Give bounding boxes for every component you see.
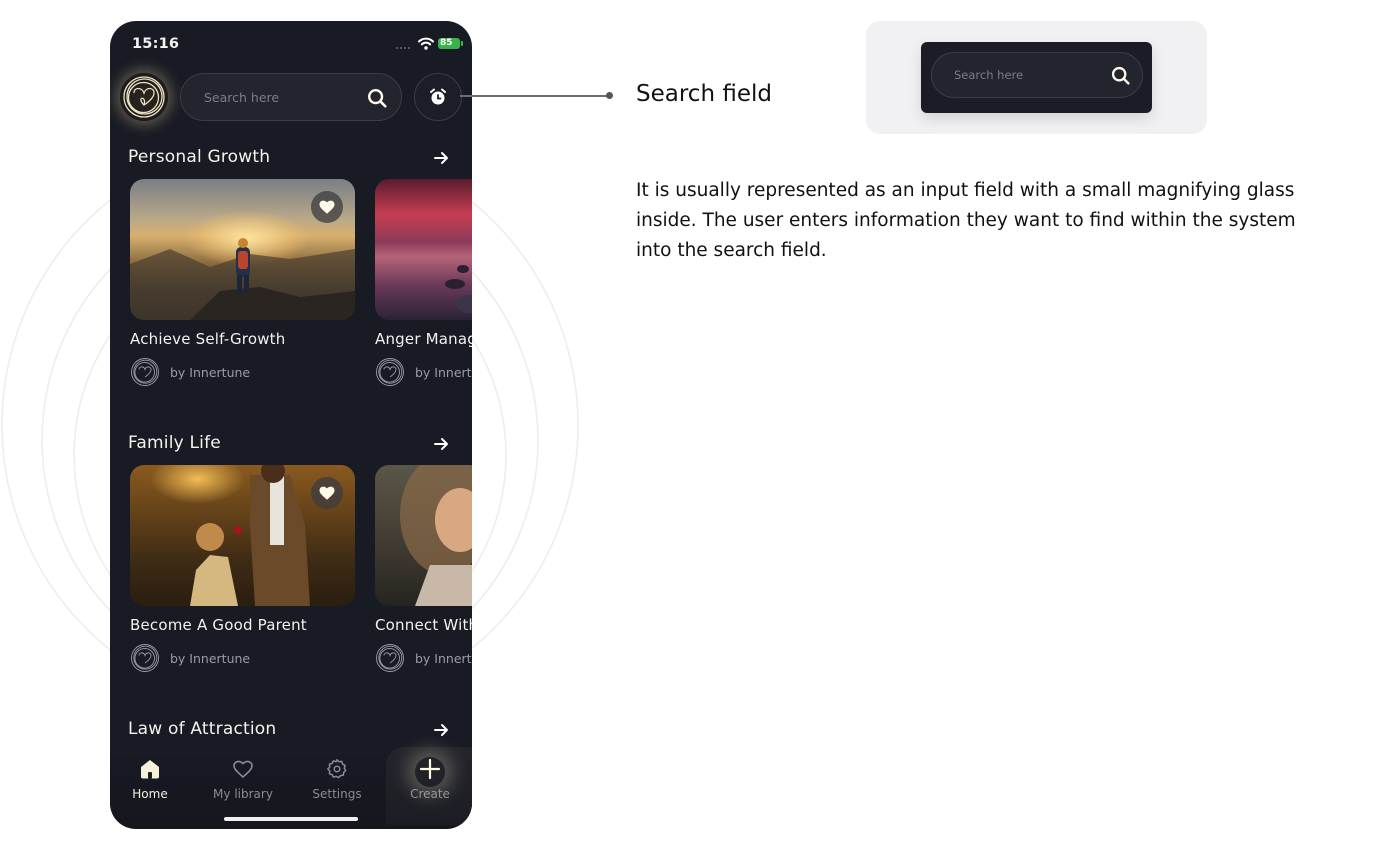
search-field[interactable] — [180, 73, 402, 121]
nav-create[interactable]: Create — [390, 757, 470, 801]
card-image — [375, 465, 472, 606]
content-card[interactable]: Achieve Self-Growth by Innertune — [130, 179, 355, 386]
nav-my-library[interactable]: My library — [203, 757, 283, 801]
heart-icon — [233, 760, 253, 779]
author-name: by Innertune — [170, 650, 251, 666]
author-name: by Innertune — [415, 364, 472, 380]
gear-icon — [327, 759, 347, 779]
arrow-right-icon[interactable] — [432, 435, 450, 453]
card-title: Become A Good Parent — [130, 616, 307, 634]
plus-icon — [419, 758, 441, 780]
annotation-connector-dot — [606, 92, 613, 99]
favorite-button[interactable] — [311, 191, 343, 223]
content-card[interactable]: Become A Good Parent by Innertune — [130, 465, 355, 672]
section-title: Law of Attraction — [128, 719, 277, 739]
alarm-button[interactable] — [414, 73, 462, 121]
battery-level: 85 — [440, 38, 453, 48]
annotation-connector-line — [460, 95, 610, 97]
preview-search-placeholder: Search here — [954, 68, 1024, 82]
nav-label: My library — [213, 787, 273, 801]
content-card[interactable]: Connect With by Innertune — [375, 465, 472, 672]
card-author: by Innertune — [130, 357, 250, 387]
sea-illustration — [445, 265, 472, 313]
signal-icon — [396, 47, 410, 49]
home-icon — [141, 760, 159, 779]
card-author: by Innertune — [130, 643, 250, 673]
card-image — [130, 179, 355, 320]
annotation-description: It is usually represented as an input fi… — [636, 180, 1296, 261]
author-logo-icon — [131, 644, 159, 672]
battery-indicator: 85 — [438, 38, 463, 49]
nav-label: Create — [410, 787, 450, 801]
status-bar: 15:16 85 — [110, 21, 472, 67]
card-author: by Innertune — [375, 357, 472, 387]
arrow-right-icon[interactable] — [432, 149, 450, 167]
preview-search-field: Search here — [931, 52, 1143, 98]
favorite-button[interactable] — [311, 477, 343, 509]
search-icon[interactable] — [366, 87, 388, 109]
author-logo-icon — [131, 358, 159, 386]
card-title: Achieve Self-Growth — [130, 330, 286, 348]
nav-home[interactable]: Home — [110, 757, 190, 801]
section-title: Family Life — [128, 433, 221, 453]
search-icon — [1111, 66, 1130, 85]
author-logo-icon — [376, 358, 404, 386]
status-time: 15:16 — [132, 36, 180, 52]
card-author: by Innertune — [375, 643, 472, 673]
preview-dark-panel: Search here — [921, 42, 1152, 113]
card-title: Anger Management — [375, 330, 472, 348]
heart-filled-icon — [319, 486, 335, 500]
author-name: by Innertune — [170, 364, 251, 380]
innertune-logo[interactable] — [120, 73, 168, 121]
nav-label: Home — [132, 787, 168, 801]
card-image — [375, 179, 472, 320]
author-logo-icon — [376, 644, 404, 672]
alarm-clock-icon — [430, 88, 446, 105]
nav-settings[interactable]: Settings — [297, 757, 377, 801]
phone-screen: 15:16 85 Personal Growt — [110, 21, 472, 829]
author-name: by Innertune — [415, 650, 472, 666]
wifi-icon — [418, 37, 434, 50]
logo-icon — [123, 76, 165, 118]
heart-filled-icon — [319, 200, 335, 214]
card-title: Connect With — [375, 616, 472, 634]
annotation-title: Search field — [636, 81, 772, 107]
search-input[interactable] — [204, 89, 364, 105]
arrow-right-icon[interactable] — [432, 721, 450, 739]
card-image — [130, 465, 355, 606]
girl-illustration — [400, 465, 472, 606]
search-field-preview: Search here — [866, 21, 1207, 134]
home-indicator — [224, 817, 358, 821]
content-card[interactable]: Anger Management by Innertune — [375, 179, 472, 386]
nav-label: Settings — [312, 787, 362, 801]
section-title: Personal Growth — [128, 147, 271, 167]
